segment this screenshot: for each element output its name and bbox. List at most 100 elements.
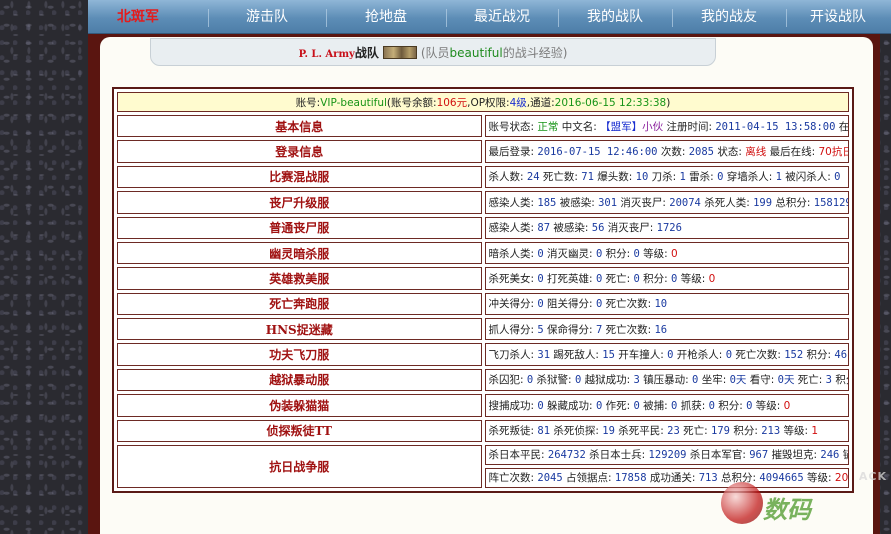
server-stats: 抓人得分: 5 保命得分: 7 死亡次数: 16 [484, 318, 849, 341]
stats-row: 比赛混战服 杀人数: 24 死亡数: 71 爆头数: 10 刀杀: 1 雷杀: 0… [117, 165, 849, 189]
stat-label: 躲藏成功: [543, 399, 596, 412]
stat-label: 在线时间: [838, 120, 849, 133]
stat-label: 抓人得分: [488, 323, 538, 336]
top-navigation: 北斑军 游击队 抢地盘 最近战况 我的战队 我的战友 开设战队 [88, 0, 891, 34]
stat-value: 24 [526, 171, 540, 184]
stat-label: 消灭丧尸: [604, 222, 657, 235]
stat-label: 踢死敌人: [550, 349, 603, 362]
stat-value: 10 [654, 298, 668, 311]
watermark-top-text: ACK [858, 470, 887, 483]
stat-value: 20074 [669, 196, 701, 209]
server-stats: 感染人类: 87 被感染: 56 消灭丧尸: 1726 [484, 216, 849, 239]
watermark-ball-icon [721, 482, 763, 524]
team-header-tab: P. L. Army战队 (队员beautiful的战斗经验) [150, 38, 716, 66]
server-label[interactable]: 幽灵暗杀服 [117, 241, 482, 265]
stats-row: 幽灵暗杀服 暗杀人类: 0 消灭幽灵: 0 积分: 0 等级: 0 [117, 241, 849, 265]
stat-label: 杀日本士兵: [585, 449, 649, 462]
stat-value: 87 [537, 222, 551, 235]
stat-value: 301 [598, 196, 618, 209]
stat-label: 杀死平民: [614, 425, 668, 438]
stat-label: 积分: [729, 425, 762, 438]
nav-item-1[interactable]: 游击队 [208, 0, 326, 34]
stat-label: 被闪杀人: [781, 171, 835, 184]
stat-label: 最后在线: [766, 146, 819, 159]
stat-value: 185 [537, 196, 557, 209]
nav-item-6[interactable]: 开设战队 [786, 0, 890, 34]
server-label[interactable]: 侦探叛徒TT [117, 419, 482, 442]
stat-value: 246 [820, 449, 840, 462]
server-label[interactable]: 越狱暴动服 [117, 368, 482, 392]
stat-label: 看守: [746, 374, 778, 387]
server-label[interactable]: 丧尸升级服 [117, 191, 482, 214]
stat-label: 死亡次数: [602, 323, 655, 336]
stat-label: 开车撞人: [614, 349, 668, 362]
stat-label: 雷杀: [685, 171, 718, 184]
stat-label: 等级: [639, 247, 672, 260]
stat-value: 70抗日战争服 [818, 146, 848, 159]
server-label[interactable]: 死亡奔跑服 [117, 292, 482, 316]
nav-item-4[interactable]: 我的战队 [558, 0, 672, 34]
stat-value: 15 [602, 349, 615, 362]
stat-label: 感染人类: [488, 196, 538, 209]
stat-value: 0 [671, 247, 678, 260]
stat-label: 状态: [714, 146, 746, 159]
stat-label: 等级: [847, 349, 848, 361]
stat-label: 积分: [639, 272, 672, 285]
stat-label: 积分: [714, 399, 747, 412]
stat-label: 总积分: [772, 196, 814, 209]
server-stats: 杀人数: 24 死亡数: 71 爆头数: 10 刀杀: 1 雷杀: 0 穿墙杀人… [484, 165, 849, 189]
nav-item-5[interactable]: 我的战友 [672, 0, 786, 34]
server-stats: 杀死美女: 0 打死英雄: 0 死亡: 0 积分: 0 等级: 0 [484, 267, 849, 290]
stats-row: HNS捉迷藏 抓人得分: 5 保命得分: 7 死亡次数: 16 [117, 318, 849, 341]
nav-item-2[interactable]: 抢地盘 [326, 0, 446, 34]
server-label[interactable]: HNS捉迷藏 [117, 318, 482, 341]
stat-value: 19 [602, 425, 615, 438]
stat-label: 搜捕成功: [488, 399, 538, 412]
stat-label: 占领据点: [562, 472, 615, 485]
server-label[interactable]: 伪装躲猫猫 [117, 394, 482, 417]
stat-label: 感染人类: [488, 222, 538, 235]
stat-value: 713 [698, 472, 718, 485]
stat-label: 积分: [835, 374, 848, 387]
stat-label: 杀人数: [488, 171, 527, 184]
stat-value: 23 [667, 425, 680, 438]
stat-label: 等级: [677, 272, 709, 285]
stat-label: 暗杀人类: [488, 247, 538, 260]
server-label[interactable]: 功夫飞刀服 [117, 343, 482, 366]
server-label[interactable]: 普通丧尸服 [117, 216, 482, 239]
server-label[interactable]: 基本信息 [117, 115, 482, 138]
stat-value: 967 [749, 449, 769, 462]
stats-row: 丧尸升级服 感染人类: 185 被感染: 301 消灭丧尸: 20074 杀死人类… [117, 191, 849, 214]
nav-item-3[interactable]: 最近战况 [446, 0, 558, 34]
stat-label: 爆头数: [593, 171, 636, 184]
stat-value: 199 [753, 196, 773, 209]
army-name[interactable]: P. L. Army [299, 49, 355, 60]
stat-label: 保命得分: [543, 323, 596, 336]
stats-row: 英雄救美服 杀死美女: 0 打死英雄: 0 死亡: 0 积分: 0 等级: 0 [117, 267, 849, 290]
stat-label: 镇压暴动: [639, 374, 693, 387]
stat-value: 213 [761, 425, 781, 438]
stat-label: 杀死人类: [700, 196, 754, 209]
member-name: beautiful [449, 46, 503, 60]
server-label[interactable]: 登录信息 [117, 140, 482, 163]
stat-label: 作死: [602, 399, 634, 412]
server-label[interactable]: 英雄救美服 [117, 267, 482, 290]
stat-label: 注册时间: [663, 120, 716, 133]
account-balance: 106元 [436, 96, 468, 109]
member-prefix: (队员 [420, 46, 450, 60]
member-suffix: 的战斗经验) [502, 46, 568, 60]
server-stats: 最后登录: 2016-07-15 12:46:00 次数: 2085 状态: 离… [484, 140, 849, 163]
stat-label: 消灭丧尸: [617, 196, 670, 209]
server-label[interactable]: 抗日战争服 [117, 444, 482, 488]
stat-label: 打死英雄: [543, 272, 596, 285]
stat-value: 2085 [688, 146, 715, 159]
stat-label: 死亡: [602, 272, 634, 285]
site-watermark-logo: ACK 数码 [717, 468, 891, 534]
server-label[interactable]: 比赛混战服 [117, 165, 482, 189]
server-stats: 飞刀杀人: 31 踢死敌人: 15 开车撞人: 0 开枪杀人: 0 死亡次数: … [484, 343, 849, 366]
stats-row: 越狱暴动服 杀囚犯: 0 杀狱警: 0 越狱成功: 3 镇压暴动: 0 坐牢: 0… [117, 368, 849, 392]
stat-label: 冲关得分: [488, 298, 538, 311]
stat-label: 死亡次数: [602, 298, 655, 311]
stat-label: 账号状态: [488, 120, 538, 133]
nav-item-0[interactable]: 北斑军 [88, 0, 188, 34]
